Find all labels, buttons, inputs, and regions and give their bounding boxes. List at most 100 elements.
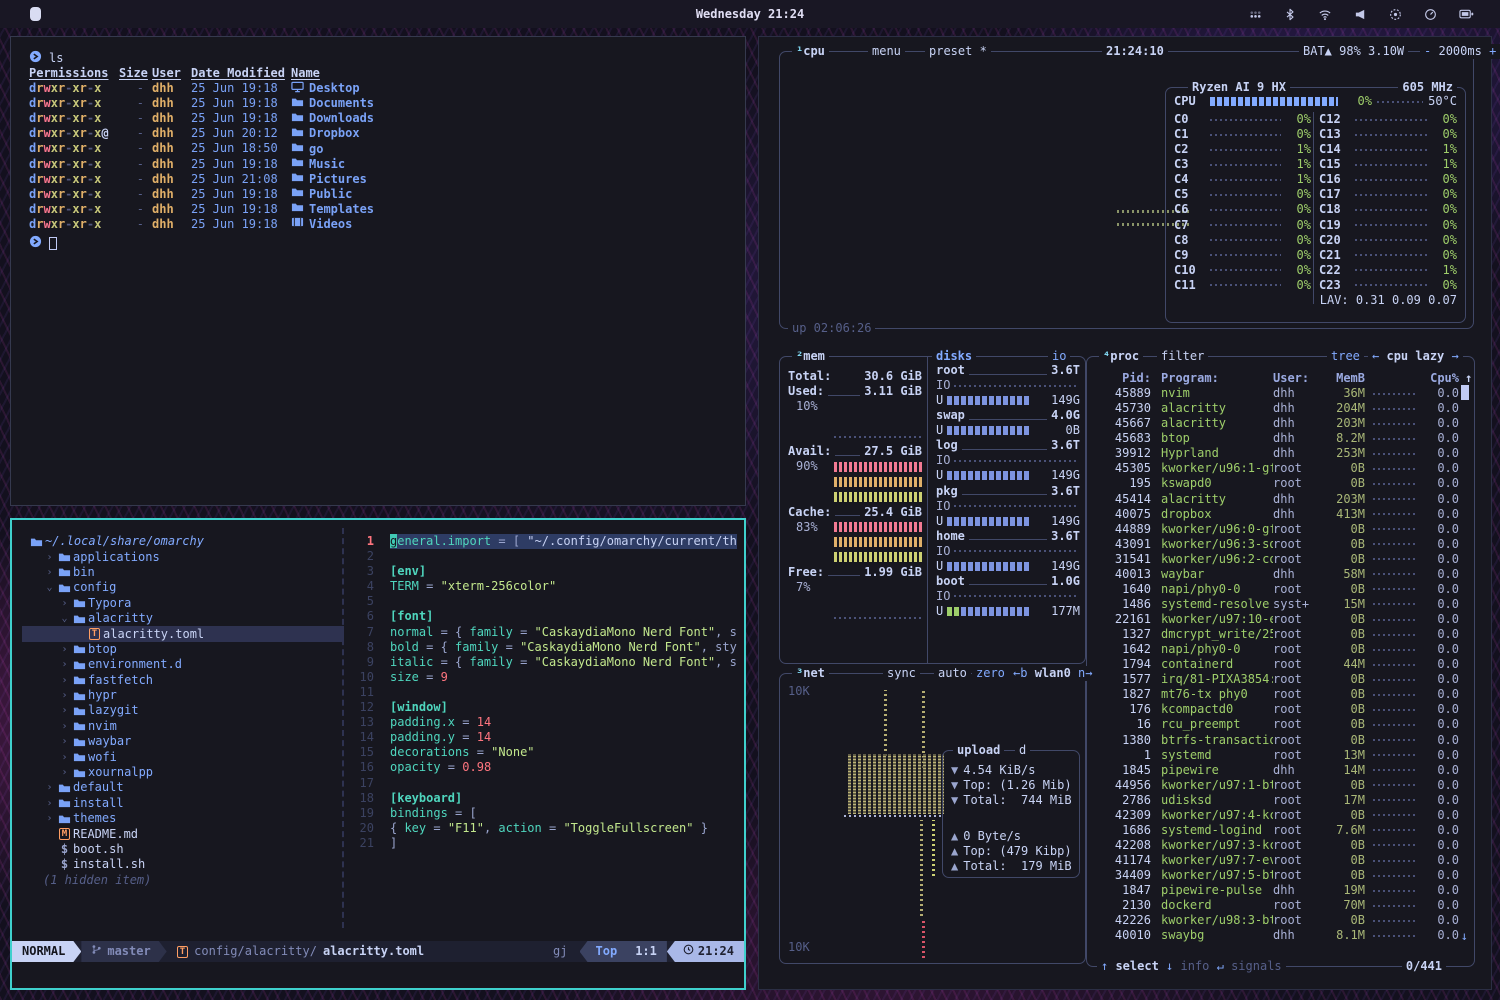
- tree-item[interactable]: $boot.sh: [22, 842, 344, 857]
- process-row[interactable]: 44889kworker/u96:0-gfroot0B0.0: [1087, 522, 1474, 537]
- code-line[interactable]: 1general.import = [ "~/.config/omarchy/c…: [348, 534, 738, 549]
- tree-item[interactable]: ›Typora: [22, 596, 344, 611]
- tree-item[interactable]: Talacritty.toml: [22, 626, 344, 641]
- tree-item[interactable]: ›waybar: [22, 734, 344, 749]
- tree-item[interactable]: $install.sh: [22, 857, 344, 872]
- tree-item[interactable]: ›install: [22, 796, 344, 811]
- tree-item[interactable]: ›xournalpp: [22, 765, 344, 780]
- tree-item[interactable]: (1 hidden item): [22, 873, 344, 888]
- process-row[interactable]: 1686systemd-logindroot7.6M0.0: [1087, 823, 1474, 838]
- process-row[interactable]: 45667alacrittydhh203M0.0: [1087, 416, 1474, 431]
- process-row[interactable]: 40010swaybgdhh8.1M0.0: [1087, 928, 1474, 943]
- sort-right-button[interactable]: →: [1452, 349, 1459, 363]
- tree-item[interactable]: ›bin: [22, 565, 344, 580]
- bluetooth-icon[interactable]: [1284, 8, 1296, 21]
- process-row[interactable]: 1systemdroot13M0.0: [1087, 748, 1474, 763]
- process-row[interactable]: 45683btopdhh8.2M0.0: [1087, 431, 1474, 446]
- tree-item[interactable]: ›fastfetch: [22, 673, 344, 688]
- process-row[interactable]: 1847pipewire-pulsedhh19M0.0: [1087, 883, 1474, 898]
- process-row[interactable]: 40013waybardhh58M0.0: [1087, 567, 1474, 582]
- scroll-down-arrow[interactable]: ↓: [1461, 929, 1468, 944]
- code-buffer[interactable]: 1general.import = [ "~/.config/omarchy/c…: [348, 534, 738, 851]
- tree-item[interactable]: ›environment.d: [22, 657, 344, 672]
- mem-box-title[interactable]: ²mem: [792, 349, 829, 364]
- record-icon[interactable]: [1389, 8, 1402, 21]
- code-line[interactable]: 8bold = { family = "CaskaydiaMono Nerd F…: [348, 640, 738, 655]
- process-row[interactable]: 43091kworker/u96:3-sdroot0B0.0: [1087, 537, 1474, 552]
- process-row[interactable]: 2786udisksdroot17M0.0: [1087, 793, 1474, 808]
- process-row[interactable]: 42208kworker/u97:3-kcroot0B0.0: [1087, 838, 1474, 853]
- process-row[interactable]: 1794containerdroot44M0.0: [1087, 657, 1474, 672]
- process-row[interactable]: 42309kworker/u97:4-kcroot0B0.0: [1087, 808, 1474, 823]
- tailscale-icon[interactable]: [1249, 8, 1262, 21]
- process-row[interactable]: 45414alacrittydhh203M0.0: [1087, 492, 1474, 507]
- iface-prev-button[interactable]: ←b: [1013, 666, 1027, 680]
- code-line[interactable]: 10size = 9: [348, 670, 738, 685]
- tree-item[interactable]: ›default: [22, 780, 344, 795]
- code-line[interactable]: 2: [348, 549, 738, 564]
- process-row[interactable]: 1327dmcrypt_write/25root0B0.0: [1087, 627, 1474, 642]
- code-line[interactable]: 5: [348, 594, 738, 609]
- signals-button[interactable]: ↵: [1217, 959, 1224, 973]
- code-line[interactable]: 4TERM = "xterm-256color": [348, 579, 738, 594]
- code-line[interactable]: 7normal = { family = "CaskaydiaMono Nerd…: [348, 625, 738, 640]
- preset-button[interactable]: preset *: [925, 44, 991, 59]
- net-box-title[interactable]: ³net: [792, 666, 829, 681]
- process-row[interactable]: 1577irq/81-PIXA3854:root0B0.0: [1087, 672, 1474, 687]
- interval-increase-button[interactable]: +: [1489, 44, 1496, 58]
- process-row[interactable]: 45889nvimdhh36M0.0: [1087, 386, 1474, 401]
- process-row[interactable]: 44956kworker/u97:1-btroot0B0.0: [1087, 778, 1474, 793]
- code-line[interactable]: 20{ key = "F11", action = "ToggleFullscr…: [348, 821, 738, 836]
- battery-icon[interactable]: [1459, 8, 1474, 20]
- process-row[interactable]: 39912Hyprlanddhh253M0.0: [1087, 446, 1474, 461]
- code-line[interactable]: 19bindings = [: [348, 806, 738, 821]
- tree-item[interactable]: ›hypr: [22, 688, 344, 703]
- process-row[interactable]: 1640napi/phy0-0root0B0.0: [1087, 582, 1474, 597]
- code-line[interactable]: 21]: [348, 836, 738, 851]
- sort-direction-arrow[interactable]: ↑: [1465, 371, 1472, 386]
- process-row[interactable]: 22161kworker/u97:10-eroot0B0.0: [1087, 612, 1474, 627]
- process-row[interactable]: 40075dropboxdhh413M0.0: [1087, 507, 1474, 522]
- tree-item[interactable]: MREADME.md: [22, 826, 344, 841]
- net-sync-button[interactable]: sync: [883, 666, 920, 681]
- code-line[interactable]: 12[window]: [348, 700, 738, 715]
- process-row[interactable]: 1380btrfs-transactioroot0B0.0: [1087, 733, 1474, 748]
- tree-item[interactable]: ⌄alacritty: [22, 611, 344, 626]
- process-row[interactable]: 1642napi/phy0-0root0B0.0: [1087, 642, 1474, 657]
- tree-item[interactable]: ⌄config: [22, 580, 344, 595]
- sort-left-button[interactable]: ←: [1372, 349, 1379, 363]
- process-row[interactable]: 34409kworker/u97:5-btroot0B0.0: [1087, 868, 1474, 883]
- interval-decrease-button[interactable]: -: [1424, 44, 1431, 58]
- tree-toggle[interactable]: tree: [1327, 349, 1364, 364]
- prompt-line[interactable]: [11, 236, 745, 251]
- process-row[interactable]: 45305kworker/u96:1-gfroot0B0.0: [1087, 461, 1474, 476]
- volume-icon[interactable]: [1354, 8, 1367, 21]
- net-auto-button[interactable]: auto: [934, 666, 971, 681]
- tree-item[interactable]: ›nvim: [22, 719, 344, 734]
- tree-item[interactable]: ›themes: [22, 811, 344, 826]
- process-row[interactable]: 16rcu_preemptroot0B0.0: [1087, 717, 1474, 732]
- tree-item[interactable]: ›btop: [22, 642, 344, 657]
- code-line[interactable]: 15decorations = "None": [348, 745, 738, 760]
- tree-item[interactable]: ›applications: [22, 549, 344, 564]
- code-line[interactable]: 18[keyboard]: [348, 791, 738, 806]
- code-line[interactable]: 11: [348, 685, 738, 700]
- tree-root[interactable]: ~/.local/share/omarchy: [22, 534, 344, 549]
- code-line[interactable]: 17: [348, 776, 738, 791]
- process-row[interactable]: 41174kworker/u97:7-evroot0B0.0: [1087, 853, 1474, 868]
- process-row[interactable]: 31541kworker/u96:2-coroot0B0.0: [1087, 552, 1474, 567]
- filter-button[interactable]: filter: [1157, 349, 1208, 364]
- proc-scrollbar[interactable]: [1461, 385, 1469, 400]
- gauge-icon[interactable]: [1424, 8, 1437, 21]
- pane-separator[interactable]: [342, 528, 344, 928]
- cpu-box-title[interactable]: ¹cpu: [792, 44, 829, 59]
- iface-next-button[interactable]: n→: [1078, 666, 1092, 680]
- process-row[interactable]: 1486systemd-resolvesyst+15M0.0: [1087, 597, 1474, 612]
- net-zero-button[interactable]: zero: [972, 666, 1009, 681]
- code-line[interactable]: 13padding.x = 14: [348, 715, 738, 730]
- code-line[interactable]: 16opacity = 0.98: [348, 760, 738, 775]
- disks-label[interactable]: disks: [932, 349, 976, 364]
- code-line[interactable]: 9italic = { family = "CaskaydiaMono Nerd…: [348, 655, 738, 670]
- code-line[interactable]: 6[font]: [348, 609, 738, 624]
- tree-item[interactable]: ›lazygit: [22, 703, 344, 718]
